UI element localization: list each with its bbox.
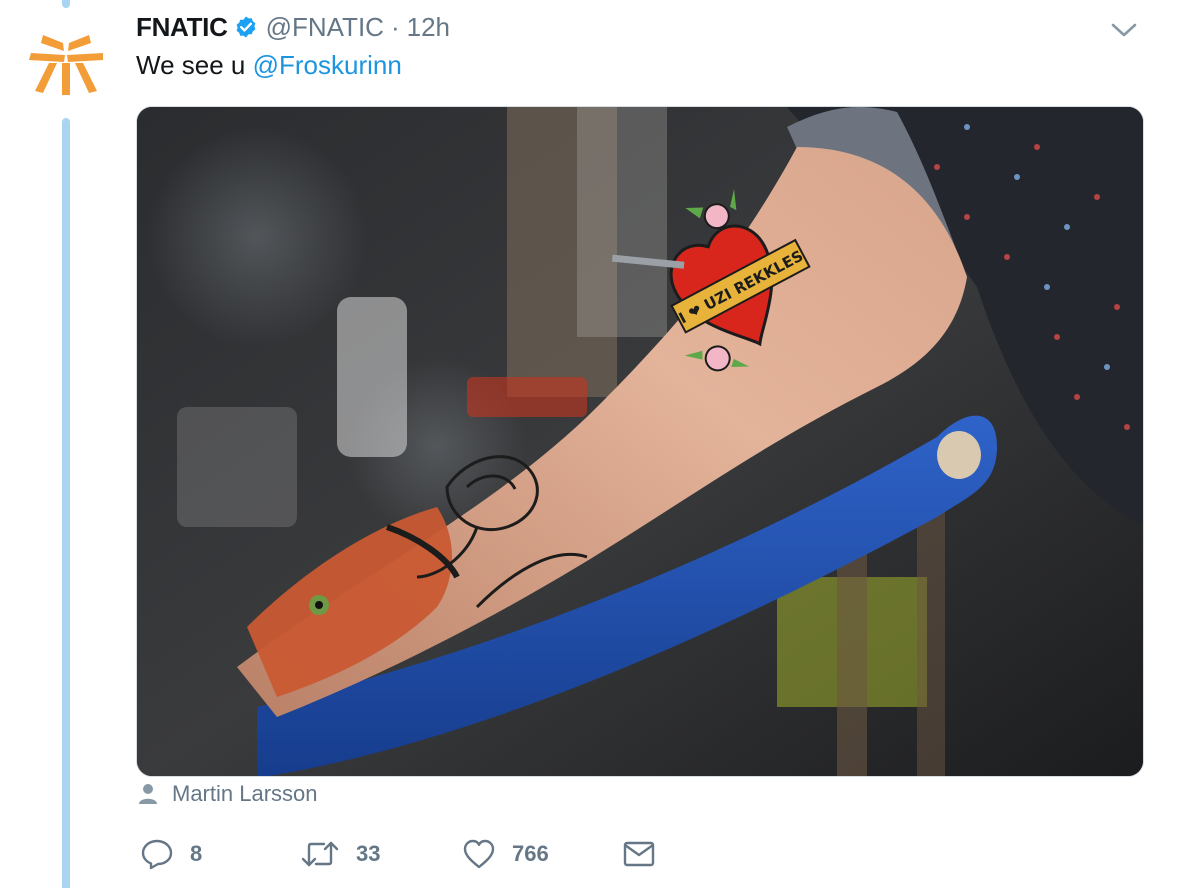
timestamp[interactable]: 12h (407, 12, 450, 43)
tweet-menu-button[interactable] (1110, 16, 1138, 44)
like-count: 766 (512, 841, 549, 866)
like-button[interactable]: 766 (462, 836, 549, 872)
mention-link[interactable]: @Froskurinn (253, 50, 402, 80)
display-name[interactable]: FNATIC (136, 12, 228, 43)
retweet-count: 33 (356, 841, 381, 866)
thread-line (62, 118, 70, 888)
chevron-down-icon (1111, 23, 1137, 37)
heart-icon (463, 839, 495, 869)
photo-credit[interactable]: Martin Larsson (138, 780, 318, 808)
person-icon (139, 784, 157, 804)
mail-icon (623, 841, 655, 867)
tattoo-photo: I ❤ UZI REKKLES (137, 107, 1143, 776)
separator-dot: · (390, 11, 400, 42)
retweet-button[interactable]: 33 (300, 836, 380, 872)
reply-button[interactable]: 8 (140, 836, 202, 872)
tweet-text: We see u @Froskurinn (136, 50, 402, 81)
fnatic-logo (29, 35, 103, 95)
tweet-text-prefix: We see u (136, 50, 253, 80)
tweet-photo[interactable]: I ❤ UZI REKKLES (136, 106, 1144, 777)
reply-icon (141, 839, 173, 870)
verified-icon (234, 15, 258, 39)
avatar[interactable] (20, 16, 112, 108)
photo-credit-name: Martin Larsson (172, 781, 318, 806)
retweet-icon (301, 841, 339, 867)
tweet-header: FNATIC @FNATIC · 12h (136, 10, 450, 44)
direct-message-button[interactable] (622, 836, 656, 872)
reply-count: 8 (190, 841, 203, 866)
handle[interactable]: @FNATIC (266, 12, 384, 43)
thread-line-top (62, 0, 70, 8)
